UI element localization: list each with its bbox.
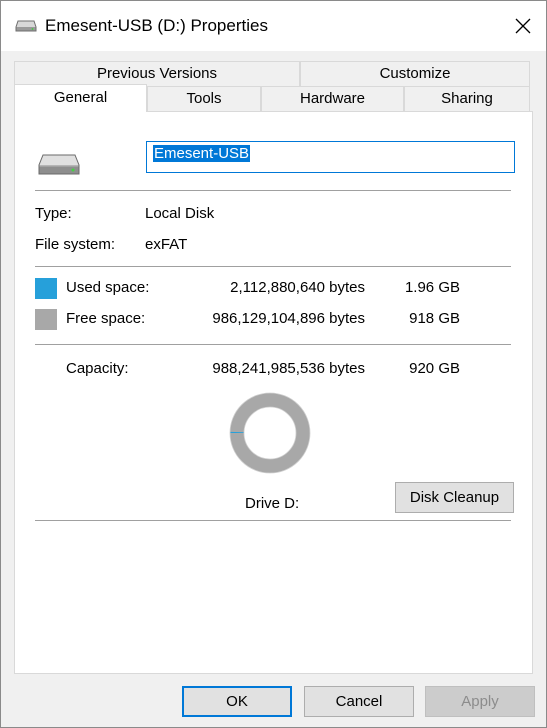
capacity-size: 920 GB [409,360,460,377]
tab-label: Tools [186,90,222,107]
divider [35,266,511,267]
general-panel: Emesent-USB Type: Local Disk File system… [14,111,533,674]
close-button[interactable] [500,1,546,51]
drive-label: Drive D: [245,495,300,512]
apply-button[interactable]: Apply [425,686,535,717]
close-icon [515,18,531,34]
tab-customize[interactable]: Customize [300,61,530,86]
tab-label: Hardware [299,90,366,107]
volume-name-input[interactable]: Emesent-USB [146,141,515,173]
used-space-size: 1.96 GB [404,279,460,296]
used-space-swatch [35,278,57,299]
tab-hardware[interactable]: Hardware [261,86,404,111]
divider [35,344,511,345]
capacity-bytes: 988,241,985,536 bytes [212,360,365,377]
divider [35,190,511,191]
tab-previous-versions[interactable]: Previous Versions [14,61,300,86]
tab-tools[interactable]: Tools [147,86,261,111]
title-bar: Emesent-USB (D:) Properties [1,1,546,51]
file-system-label: File system: [35,236,116,253]
cancel-label: Cancel [335,693,383,710]
free-space-ring [230,393,310,473]
usage-donut-chart [229,392,311,474]
capacity-label: Capacity: [66,360,129,377]
drive-icon [15,20,37,32]
file-system-value: exFAT [145,236,188,253]
disk-cleanup-button[interactable]: Disk Cleanup [395,482,514,513]
free-space-swatch [35,309,57,330]
volume-name-text: Emesent-USB [153,145,251,162]
cancel-button[interactable]: Cancel [304,686,414,717]
ok-button[interactable]: OK [182,686,292,717]
ok-label: OK [226,693,248,710]
properties-window: Emesent-USB (D:) Properties Previous Ver… [0,0,547,728]
tab-label: General [53,89,108,106]
apply-label: Apply [461,693,499,710]
tab-general[interactable]: General [14,84,147,112]
type-value: Local Disk [145,205,215,222]
type-label: Type: [35,205,72,222]
free-space-size: 918 GB [409,310,460,327]
used-space-bytes: 2,112,880,640 bytes [230,279,365,296]
tab-sharing[interactable]: Sharing [404,86,530,111]
free-space-label: Free space: [66,310,146,327]
divider [35,520,511,521]
window-title: Emesent-USB (D:) Properties [45,16,268,35]
tab-label: Previous Versions [96,65,218,82]
disk-cleanup-label: Disk Cleanup [409,489,500,506]
tab-label: Sharing [441,90,493,107]
tab-label: Customize [379,65,451,82]
drive-icon [38,154,80,175]
used-space-label: Used space: [66,279,150,296]
free-space-bytes: 986,129,104,896 bytes [212,310,365,327]
